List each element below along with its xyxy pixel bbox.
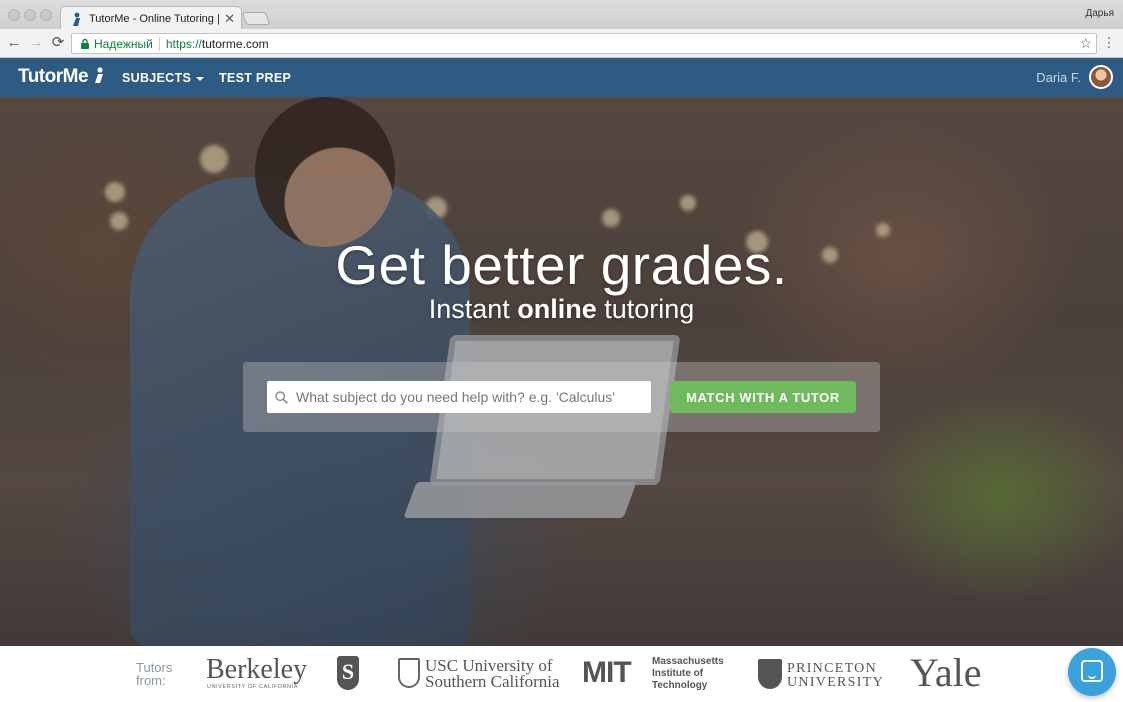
back-arrow-icon[interactable]: ← <box>5 34 23 52</box>
mit-logo-line2: Institute of <box>652 668 704 679</box>
hero-subline: Instant online tutoring <box>0 294 1123 325</box>
subline-pre: Instant <box>428 294 518 324</box>
reload-icon[interactable]: ⟳ <box>49 34 67 52</box>
berkeley-logo: Berkeley <box>206 654 308 685</box>
mit-logo-mark: MIT <box>582 656 632 689</box>
browser-titlebar: TutorMe - Online Tutoring | Or ✕ Дарья <box>0 0 1123 30</box>
user-name: Daria F. <box>1036 69 1081 85</box>
mit-logo-text: Massachusetts Institute of Technology <box>652 656 724 692</box>
princeton-logo: PRINCETON UNIVERSITY <box>787 662 884 690</box>
chat-support-button[interactable] <box>1068 648 1116 696</box>
logo-text: TutorMe <box>18 66 89 87</box>
tutorme-favicon-icon <box>71 12 83 26</box>
tutorme-logo[interactable]: TutorMe <box>18 66 105 88</box>
tab-title: TutorMe - Online Tutoring | Or <box>89 12 220 25</box>
nav-test-prep-label: TEST PREP <box>219 71 292 85</box>
yale-logo: Yale <box>910 650 982 695</box>
subline-bold: online <box>517 294 597 324</box>
secure-indicator[interactable]: Надежный <box>80 37 153 51</box>
nav-test-prep-link[interactable]: TEST PREP <box>219 71 291 85</box>
user-menu[interactable]: Daria F. <box>1036 65 1113 89</box>
address-bar[interactable]: Надежный https:// tutorme.com ☆ <box>71 33 1097 54</box>
match-with-tutor-button[interactable]: MATCH WITH A TUTOR <box>670 381 856 413</box>
tutors-from-line2: from: <box>136 673 166 688</box>
search-icon <box>275 390 288 404</box>
subline-post: tutoring <box>596 294 695 324</box>
berkeley-logo-subtitle: UNIVERSITY OF CALIFORNIA <box>207 684 299 690</box>
logo-figure-icon <box>94 67 103 83</box>
princeton-logo-line2: UNIVERSITY <box>787 675 884 690</box>
browser-toolbar: ← → ⟳ Надежный https:// tutorme.com ☆ ⋮ <box>0 29 1123 58</box>
url-host: tutorme.com <box>201 36 269 51</box>
princeton-shield-icon <box>758 659 782 689</box>
omnibox-divider <box>158 36 160 51</box>
tab-close-icon[interactable]: ✕ <box>224 11 235 27</box>
new-tab-button[interactable] <box>241 12 271 25</box>
browser-profile-name[interactable]: Дарья <box>1085 8 1114 19</box>
zoom-window-button[interactable] <box>40 9 52 21</box>
subject-search-input[interactable] <box>296 389 636 405</box>
nav-subjects-label: SUBJECTS <box>122 71 192 85</box>
chat-icon <box>1081 660 1103 682</box>
site-header: TutorMe SUBJECTS TEST PREP Daria F. <box>0 58 1123 97</box>
chevron-down-icon <box>196 76 205 81</box>
lock-icon <box>81 38 89 49</box>
hero-section: Get better grades. Instant online tutori… <box>0 97 1123 646</box>
princeton-logo-line1: PRINCETON <box>787 661 878 676</box>
usc-seal-icon <box>398 658 420 688</box>
forward-arrow-icon[interactable]: → <box>27 34 45 52</box>
tutors-from-label: Tutors from: <box>136 661 172 687</box>
search-panel: MATCH WITH A TUTOR <box>243 362 880 432</box>
browser-tab-active[interactable]: TutorMe - Online Tutoring | Or ✕ <box>60 6 242 30</box>
url-scheme: https:// <box>165 36 202 51</box>
usc-logo: USC University of Southern California <box>425 657 560 691</box>
bookmark-star-icon[interactable]: ☆ <box>1079 35 1092 52</box>
hero-headline: Get better grades. <box>335 234 788 296</box>
usc-logo-line2: Southern California <box>425 672 560 691</box>
mit-logo-line3: Technology <box>652 680 708 691</box>
security-label: Надежный <box>94 36 153 51</box>
minimize-window-button[interactable] <box>24 9 36 21</box>
nav-subjects-dropdown[interactable]: SUBJECTS <box>122 71 205 85</box>
subject-search-box[interactable] <box>267 381 651 413</box>
stanford-logo: S <box>337 656 359 690</box>
avatar[interactable] <box>1089 65 1113 89</box>
mit-logo-line1: Massachusetts <box>652 656 724 667</box>
university-logos-strip: Tutors from: Berkeley UNIVERSITY OF CALI… <box>0 646 1123 702</box>
close-window-button[interactable] <box>8 9 20 21</box>
browser-menu-icon[interactable]: ⋮ <box>1100 34 1118 52</box>
